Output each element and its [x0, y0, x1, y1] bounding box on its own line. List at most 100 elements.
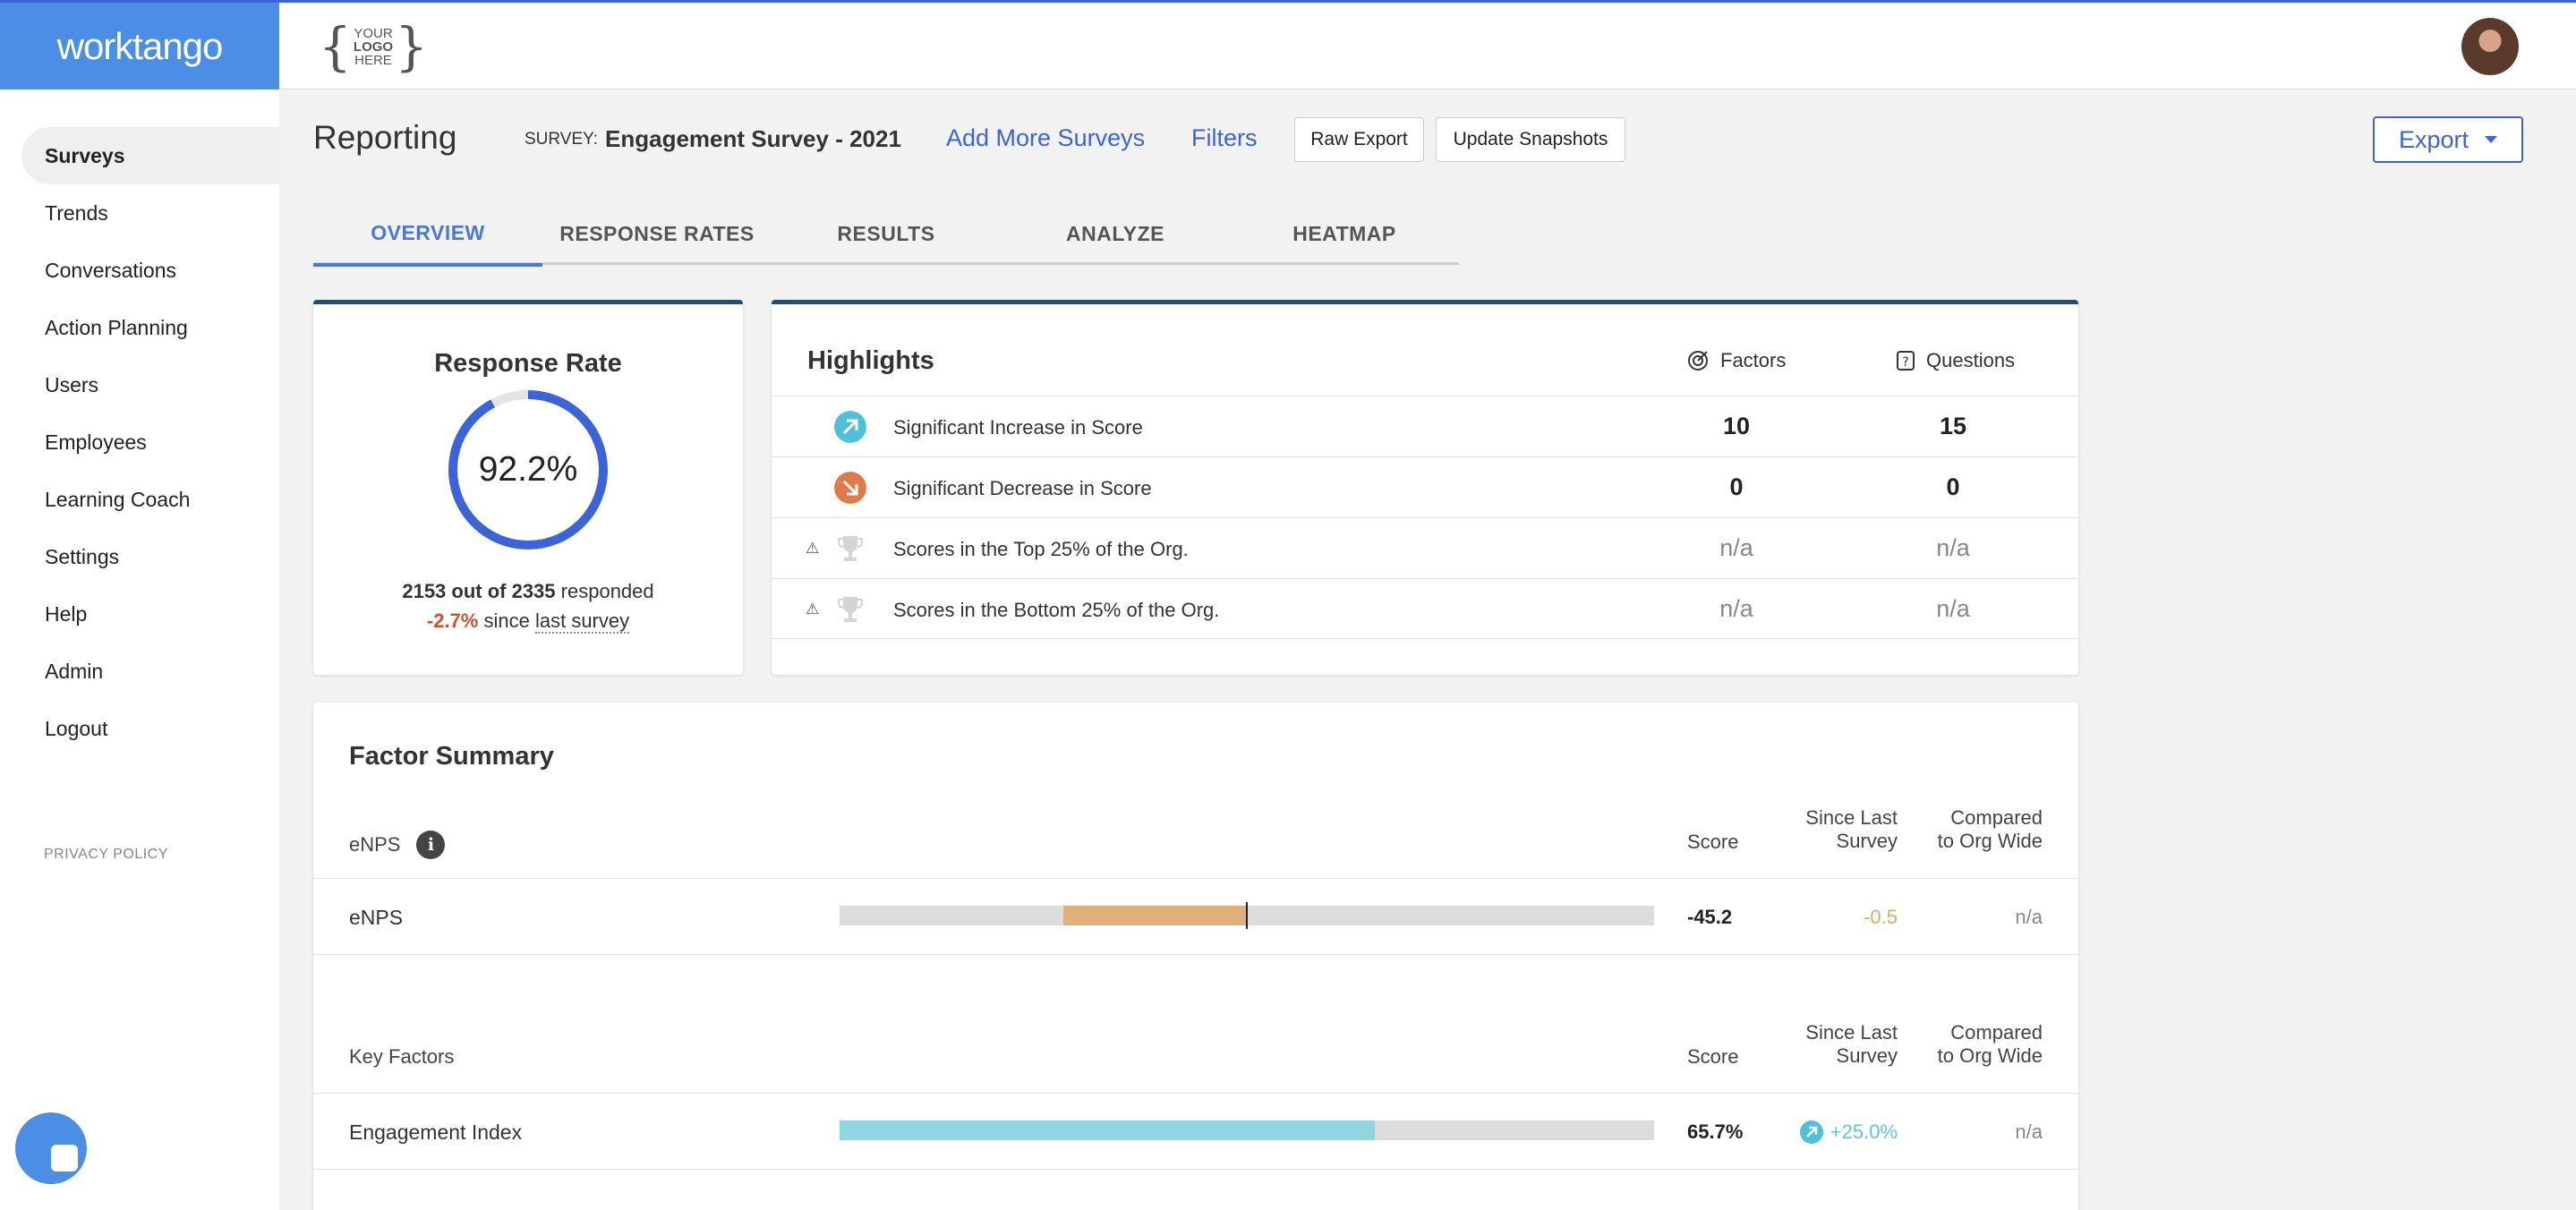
- survey-name: Engagement Survey - 2021: [605, 125, 901, 152]
- response-rate-card: Response Rate 92.2% 2153 out of 2335 res…: [313, 300, 743, 675]
- factor-compared: n/a: [2015, 906, 2043, 928]
- user-avatar[interactable]: [2461, 18, 2519, 75]
- brand-logo[interactable]: worktango: [0, 3, 279, 89]
- factor-score: -45.2: [1687, 906, 1733, 928]
- questions-label: Questions: [1926, 349, 2016, 371]
- sidebar-item-learning-coach[interactable]: Learning Coach: [21, 471, 279, 528]
- sidebar-item-trends[interactable]: Trends: [21, 184, 279, 242]
- tab-response-rates[interactable]: RESPONSE RATES: [542, 202, 772, 265]
- left-brace-icon: {: [319, 16, 352, 77]
- tab-results[interactable]: RESULTS: [772, 202, 1001, 265]
- sidebar-item-conversations[interactable]: Conversations: [21, 242, 279, 299]
- highlights-title: Highlights: [807, 346, 934, 375]
- responded-count: 2153 out of 2335 responded: [313, 580, 743, 603]
- caret-down-icon: [2485, 136, 2498, 143]
- response-change: -2.7% since last survey: [313, 609, 743, 634]
- since-value: +25.0%: [1830, 1121, 1898, 1143]
- update-snapshots-button[interactable]: Update Snapshots: [1436, 117, 1625, 162]
- responded-suffix: responded: [560, 580, 654, 602]
- highlight-factors-value: n/a: [1719, 595, 1753, 622]
- survey-label: SURVEY:: [525, 130, 599, 149]
- sidebar-item-help[interactable]: Help: [21, 585, 279, 643]
- factor-compared: n/a: [2015, 1121, 2043, 1143]
- factor-name: Engagement Index: [349, 1121, 523, 1144]
- add-more-surveys-link[interactable]: Add More Surveys: [946, 124, 1145, 152]
- compared-org-wide-header: Compared to Org Wide: [1938, 1021, 2043, 1068]
- factor-since-last: -0.5: [1864, 906, 1898, 929]
- header-line: to Org Wide: [1937, 1044, 2043, 1067]
- factors-label: Factors: [1720, 349, 1787, 371]
- header-line: Compared: [1950, 806, 2043, 829]
- factor-score: 65.7%: [1687, 1121, 1744, 1143]
- export-label: Export: [2398, 125, 2469, 153]
- tab-analyze[interactable]: ANALYZE: [1001, 202, 1230, 265]
- header-line: Since Last: [1805, 806, 1898, 829]
- trophy-icon: [838, 536, 863, 561]
- questions-column-header: ? Questions: [1896, 349, 2015, 372]
- sidebar-item-logout[interactable]: Logout: [21, 700, 279, 757]
- raw-export-button[interactable]: Raw Export: [1294, 117, 1424, 162]
- factor-summary-card: Factor Summary eNPS i Score Since Last Su…: [313, 703, 2078, 1210]
- target-icon: [1688, 351, 1708, 371]
- export-dropdown-button[interactable]: Export: [2373, 116, 2523, 163]
- question-box-icon: ?: [1897, 351, 1915, 371]
- highlight-label: Significant Increase in Score: [893, 416, 1143, 439]
- last-survey-tooltip[interactable]: last survey: [534, 609, 630, 634]
- highlight-row[interactable]: Significant Increase in Score 10 15: [772, 396, 2078, 456]
- warning-icon: ⚠: [806, 601, 820, 618]
- highlight-factors-value: n/a: [1719, 534, 1753, 561]
- privacy-policy-link[interactable]: PRIVACY POLICY: [44, 847, 168, 863]
- highlight-row[interactable]: ⚠ Scores in the Bottom 25% of the Org. n…: [772, 578, 2078, 639]
- since-value: -0.5: [1864, 906, 1898, 928]
- enps-section-header: eNPS i: [349, 831, 446, 859]
- score-column-header: Score: [1687, 1045, 1739, 1068]
- response-rate-title: Response Rate: [434, 349, 622, 378]
- filters-link[interactable]: Filters: [1191, 124, 1258, 152]
- sidebar-item-users[interactable]: Users: [21, 356, 279, 413]
- factor-since-last: +25.0%: [1799, 1121, 1898, 1144]
- sidebar-item-admin[interactable]: Admin: [21, 643, 279, 700]
- chat-launcher-button[interactable]: [15, 1112, 87, 1184]
- page-title: Reporting: [313, 119, 457, 156]
- score-bar-track: [840, 902, 1654, 929]
- highlight-questions-value: 0: [1946, 473, 1960, 500]
- factors-column-header: Factors: [1686, 349, 1786, 372]
- arrow-up-right-icon: [834, 411, 866, 443]
- customer-logo-placeholder: { YOUR LOGO HERE }: [319, 16, 428, 77]
- header-line: to Org Wide: [1937, 830, 2043, 852]
- sidebar-item-action-planning[interactable]: Action Planning: [21, 299, 279, 356]
- score-column-header: Score: [1687, 831, 1739, 853]
- header-line: Since Last: [1805, 1021, 1898, 1044]
- header-line: Compared: [1950, 1021, 2043, 1044]
- sidebar-item-surveys[interactable]: Surveys: [21, 127, 279, 184]
- highlight-label: Scores in the Top 25% of the Org.: [893, 538, 1189, 560]
- highlight-factors-value: 10: [1722, 413, 1751, 439]
- highlight-row[interactable]: Significant Decrease in Score 0 0: [772, 456, 2078, 517]
- arrow-up-right-icon: [1799, 1121, 1823, 1144]
- trophy-icon: [838, 597, 863, 622]
- svg-text:?: ?: [1902, 355, 1908, 370]
- highlight-questions-value: 15: [1939, 413, 1967, 439]
- responded-numbers: 2153 out of 2335: [402, 580, 556, 602]
- score-bar-track: [840, 1121, 1654, 1140]
- highlight-label: Significant Decrease in Score: [893, 477, 1152, 499]
- sidebar-item-employees[interactable]: Employees: [21, 413, 279, 471]
- header-line: Survey: [1836, 1044, 1898, 1067]
- highlights-card: Highlights Factors ? Questions Significa…: [772, 300, 2078, 675]
- enps-row[interactable]: eNPS -45.2 -0.5 n/a: [313, 878, 2078, 955]
- warning-icon: ⚠: [806, 540, 820, 557]
- tab-heatmap[interactable]: HEATMAP: [1230, 202, 1459, 265]
- key-factors-section-label: Key Factors: [349, 1045, 455, 1068]
- sidebar-item-settings[interactable]: Settings: [21, 528, 279, 585]
- info-icon[interactable]: i: [416, 831, 446, 859]
- enps-section-label: eNPS: [349, 833, 401, 856]
- tab-overview[interactable]: OVERVIEW: [313, 202, 542, 267]
- response-rate-percent: 92.2%: [478, 450, 578, 489]
- highlight-questions-value: n/a: [1936, 534, 1970, 561]
- chat-icon: [51, 1145, 78, 1172]
- zero-marker: [1246, 902, 1248, 929]
- highlight-row[interactable]: ⚠ Scores in the Top 25% of the Org. n/a …: [772, 517, 2078, 578]
- since-prefix: since: [483, 609, 530, 632]
- key-factor-row[interactable]: Engagement Index 65.7% +25.0% n/a: [313, 1093, 2078, 1170]
- since-last-survey-header: Since Last Survey: [1805, 1021, 1898, 1068]
